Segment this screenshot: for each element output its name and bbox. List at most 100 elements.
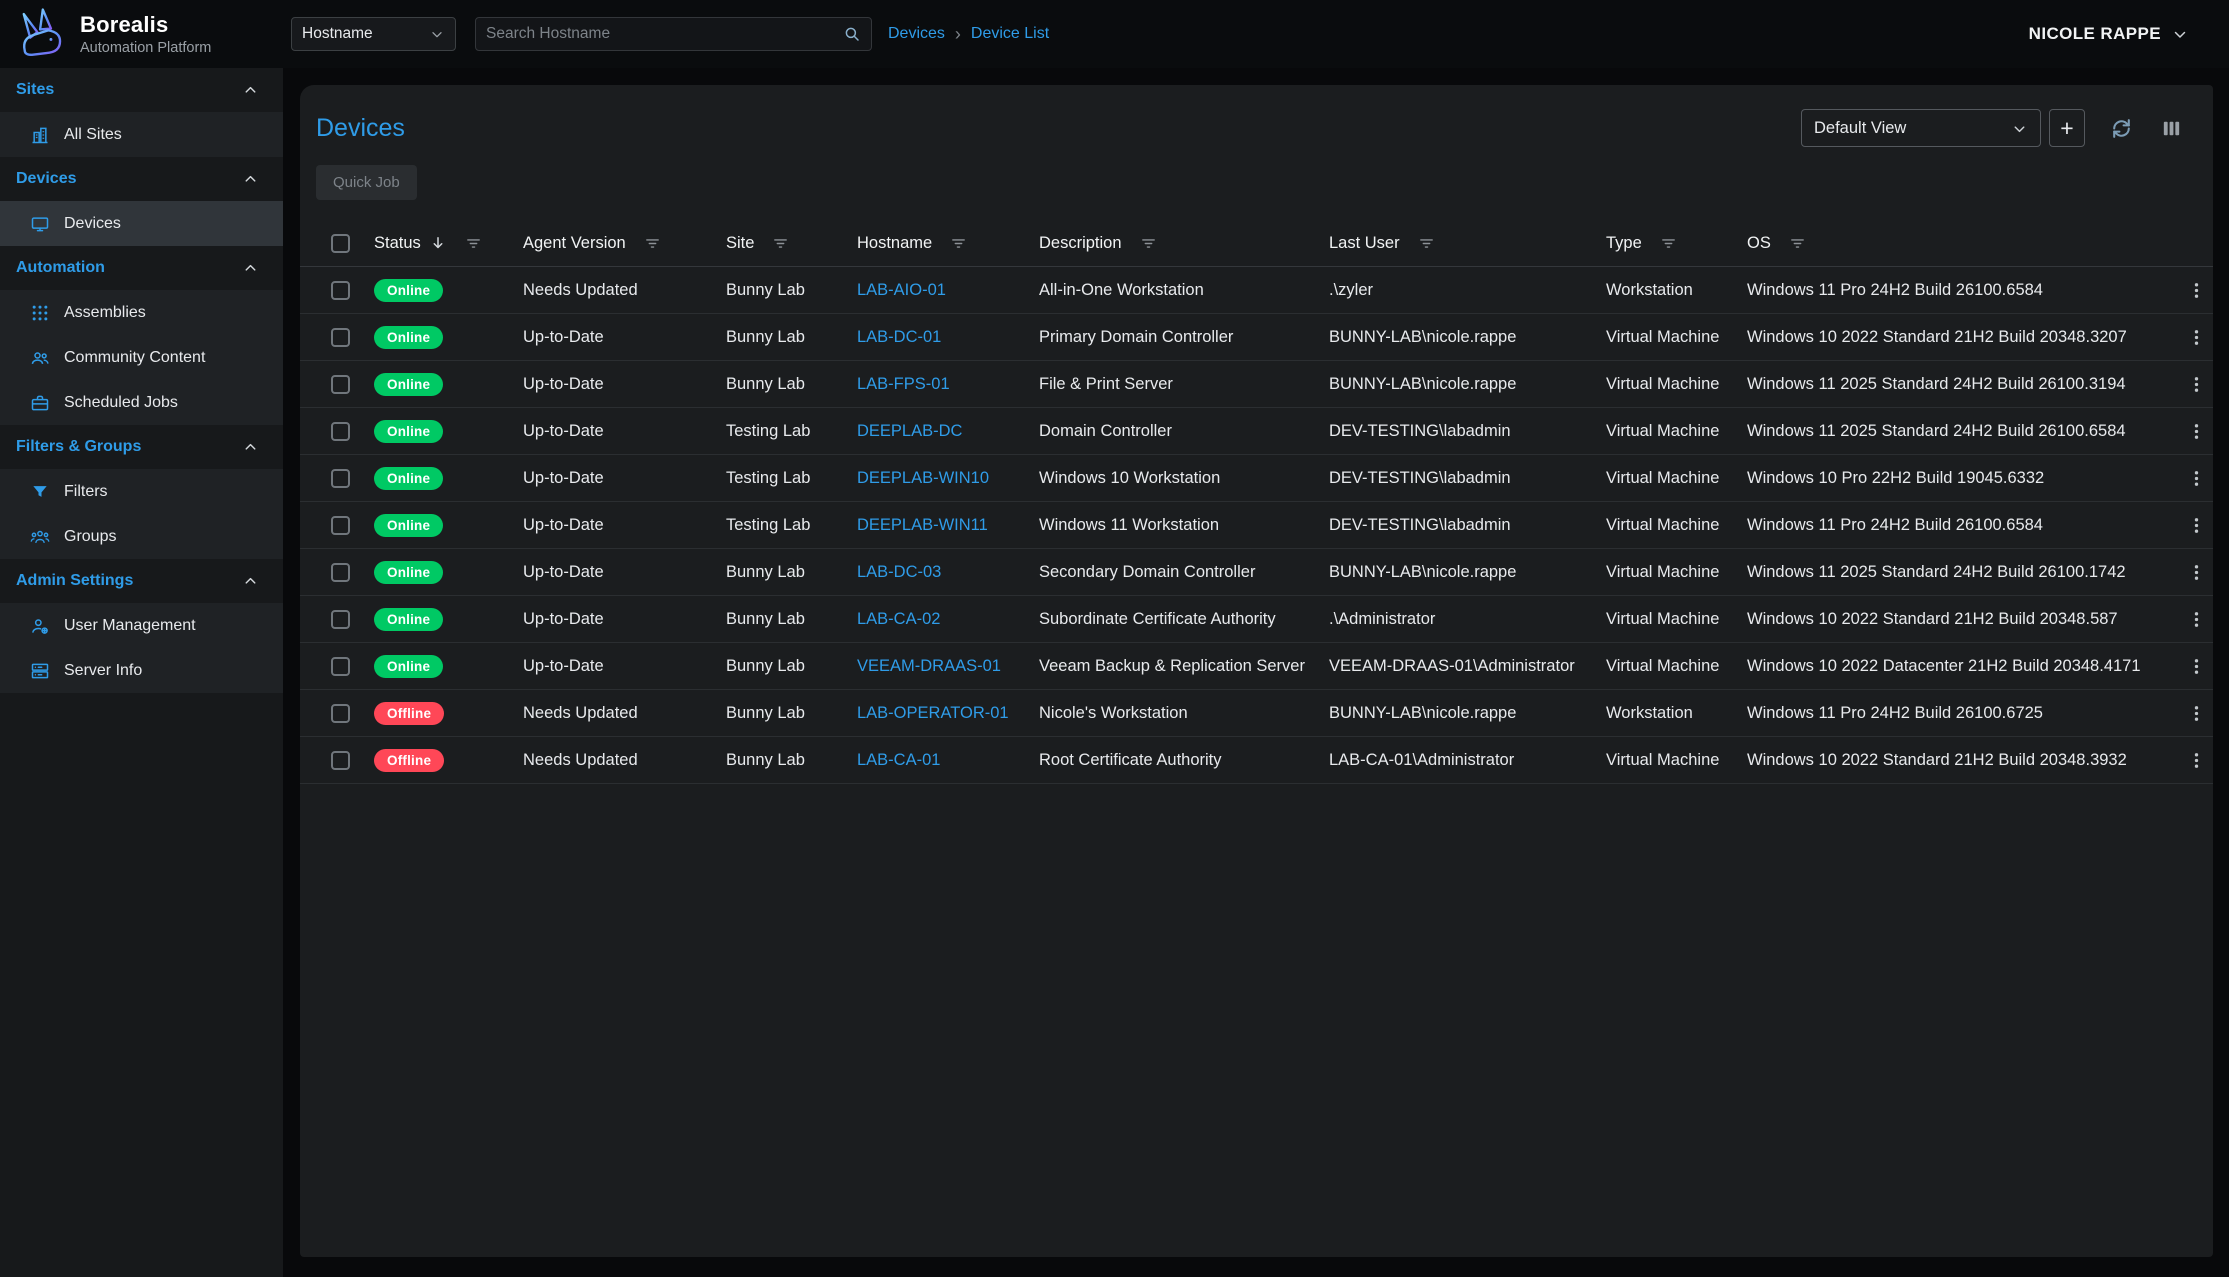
breadcrumb-devices[interactable]: Devices (888, 25, 945, 43)
quick-job-button[interactable]: Quick Job (316, 165, 417, 200)
agent-version-cell: Needs Updated (523, 751, 726, 770)
description-cell: Windows 10 Workstation (1039, 469, 1329, 488)
sidebar-item-server-info[interactable]: Server Info (0, 648, 283, 693)
table-row: OnlineUp-to-DateTesting LabDEEPLAB-DCDom… (300, 408, 2213, 455)
row-checkbox[interactable] (331, 751, 350, 770)
sidebar-item-groups[interactable]: Groups (0, 514, 283, 559)
hostname-link[interactable]: LAB-CA-02 (857, 610, 940, 628)
sidebar-item-community-content[interactable]: Community Content (0, 335, 283, 380)
filter-icon[interactable] (644, 235, 661, 252)
agent-version-cell: Up-to-Date (523, 422, 726, 441)
row-checkbox[interactable] (331, 657, 350, 676)
user-menu[interactable]: NICOLE RAPPE (2029, 24, 2189, 44)
column-header-site[interactable]: Site (726, 234, 857, 253)
row-menu-button[interactable] (2186, 421, 2207, 442)
row-menu-button[interactable] (2186, 327, 2207, 348)
row-menu-button[interactable] (2186, 750, 2207, 771)
select-all-checkbox[interactable] (331, 234, 350, 253)
hostname-link[interactable]: DEEPLAB-DC (857, 422, 962, 440)
sidebar-item-label: Devices (64, 215, 121, 233)
sidebar-section-admin-settings[interactable]: Admin Settings (0, 559, 283, 603)
columns-icon[interactable] (2160, 117, 2183, 140)
add-view-button[interactable]: + (2049, 109, 2085, 147)
search-input[interactable] (486, 25, 843, 43)
sidebar-item-user-management[interactable]: User Management (0, 603, 283, 648)
filter-icon[interactable] (465, 235, 482, 252)
row-checkbox[interactable] (331, 704, 350, 723)
row-menu-button[interactable] (2186, 374, 2207, 395)
status-badge: Online (374, 561, 443, 584)
column-header-last-user[interactable]: Last User (1329, 234, 1606, 253)
sidebar-item-devices[interactable]: Devices (0, 201, 283, 246)
search-icon[interactable] (843, 25, 861, 43)
row-menu-button[interactable] (2186, 468, 2207, 489)
row-checkbox[interactable] (331, 328, 350, 347)
row-checkbox[interactable] (331, 375, 350, 394)
breadcrumb: Devices › Device List (888, 25, 1049, 43)
column-header-type[interactable]: Type (1606, 234, 1747, 253)
row-checkbox[interactable] (331, 563, 350, 582)
sidebar-item-all-sites[interactable]: All Sites (0, 112, 283, 157)
filter-icon[interactable] (1140, 235, 1157, 252)
column-header-hostname[interactable]: Hostname (857, 234, 1039, 253)
filter-icon[interactable] (1660, 235, 1677, 252)
sidebar: SitesAll SitesDevicesDevicesAutomationAs… (0, 68, 283, 1277)
row-menu-button[interactable] (2186, 280, 2207, 301)
filter-icon[interactable] (1789, 235, 1806, 252)
row-menu-button[interactable] (2186, 703, 2207, 724)
table-row: OnlineUp-to-DateBunny LabVEEAM-DRAAS-01V… (300, 643, 2213, 690)
last-user-cell: BUNNY-LAB\nicole.rappe (1329, 375, 1606, 394)
column-header-description[interactable]: Description (1039, 234, 1329, 253)
hostname-link[interactable]: LAB-DC-01 (857, 328, 941, 346)
row-menu-button[interactable] (2186, 515, 2207, 536)
hostname-link[interactable]: LAB-CA-01 (857, 751, 940, 769)
row-checkbox[interactable] (331, 469, 350, 488)
row-menu-button[interactable] (2186, 656, 2207, 677)
sidebar-item-scheduled-jobs[interactable]: Scheduled Jobs (0, 380, 283, 425)
row-menu-button[interactable] (2186, 609, 2207, 630)
sidebar-section-automation[interactable]: Automation (0, 246, 283, 290)
hostname-link[interactable]: VEEAM-DRAAS-01 (857, 657, 1001, 675)
refresh-icon[interactable] (2109, 116, 2134, 141)
column-header-status[interactable]: Status (374, 234, 523, 253)
last-user-cell: .\Administrator (1329, 610, 1606, 629)
hostname-link[interactable]: DEEPLAB-WIN10 (857, 469, 989, 487)
view-dropdown[interactable]: Default View (1801, 109, 2041, 147)
hostname-link[interactable]: DEEPLAB-WIN11 (857, 516, 988, 534)
row-checkbox[interactable] (331, 610, 350, 629)
status-badge: Online (374, 326, 443, 349)
row-checkbox[interactable] (331, 422, 350, 441)
hostname-link[interactable]: LAB-AIO-01 (857, 281, 946, 299)
row-checkbox[interactable] (331, 516, 350, 535)
column-header-os[interactable]: OS (1747, 234, 2179, 253)
agent-version-cell: Up-to-Date (523, 328, 726, 347)
sites-icon (30, 125, 50, 145)
borealis-rabbit-logo (12, 5, 70, 63)
section-label: Filters & Groups (16, 438, 141, 456)
sidebar-item-filters[interactable]: Filters (0, 469, 283, 514)
site-cell: Bunny Lab (726, 610, 857, 629)
type-cell: Virtual Machine (1606, 516, 1747, 535)
search-field-dropdown[interactable]: Hostname (291, 17, 456, 51)
sidebar-item-assemblies[interactable]: Assemblies (0, 290, 283, 335)
os-cell: Windows 11 2025 Standard 24H2 Build 2610… (1747, 563, 2179, 582)
row-checkbox[interactable] (331, 281, 350, 300)
breadcrumb-device-list[interactable]: Device List (971, 25, 1049, 43)
row-menu-button[interactable] (2186, 562, 2207, 583)
type-cell: Virtual Machine (1606, 657, 1747, 676)
hostname-link[interactable]: LAB-OPERATOR-01 (857, 704, 1009, 722)
hostname-link[interactable]: LAB-FPS-01 (857, 375, 950, 393)
sidebar-section-sites[interactable]: Sites (0, 68, 283, 112)
last-user-cell: DEV-TESTING\labadmin (1329, 516, 1606, 535)
devices-panel: Devices Default View + Quick Job StatusA… (300, 85, 2213, 1257)
filter-icon[interactable] (950, 235, 967, 252)
filter-icon[interactable] (1418, 235, 1435, 252)
sidebar-section-devices[interactable]: Devices (0, 157, 283, 201)
user-name: NICOLE RAPPE (2029, 24, 2161, 44)
hostname-link[interactable]: LAB-DC-03 (857, 563, 941, 581)
filter-icon[interactable] (772, 235, 789, 252)
last-user-cell: LAB-CA-01\Administrator (1329, 751, 1606, 770)
column-header-agent-version[interactable]: Agent Version (523, 234, 726, 253)
sidebar-section-filters-groups[interactable]: Filters & Groups (0, 425, 283, 469)
agent-version-cell: Up-to-Date (523, 375, 726, 394)
